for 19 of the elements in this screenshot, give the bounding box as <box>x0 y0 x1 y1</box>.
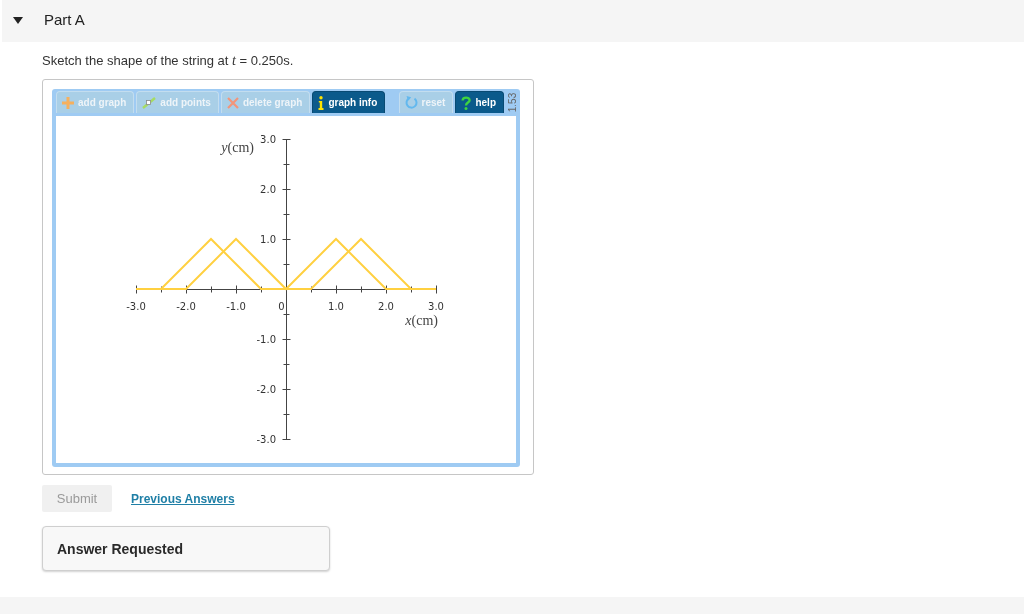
tick-label: -3.0 <box>126 301 146 312</box>
part-title: Part A <box>44 11 85 28</box>
tick-label: 0 <box>278 301 285 312</box>
tick-label: -2.0 <box>176 301 196 312</box>
tick-label: 2.0 <box>260 184 276 195</box>
tick-label: -2.0 <box>256 384 276 395</box>
version-label: 1.53 <box>507 92 519 112</box>
feedback-text: Answer Requested <box>57 540 184 557</box>
tick-label: -1.0 <box>226 301 246 312</box>
tick-label: 3.0 <box>428 301 444 312</box>
tick-label: -3.0 <box>256 434 276 445</box>
tick-label: -1.0 <box>256 334 276 345</box>
tick-label: 2.0 <box>378 301 394 312</box>
tick-label: 3.0 <box>260 134 276 145</box>
tick-label: 1.0 <box>260 234 276 245</box>
axis-label: y(cm) <box>221 140 254 156</box>
question-text: Sketch the shape of the string at t = 0.250s. <box>42 53 295 69</box>
tick-label: 1.0 <box>328 301 344 312</box>
axis-label: x(cm) <box>405 313 438 329</box>
